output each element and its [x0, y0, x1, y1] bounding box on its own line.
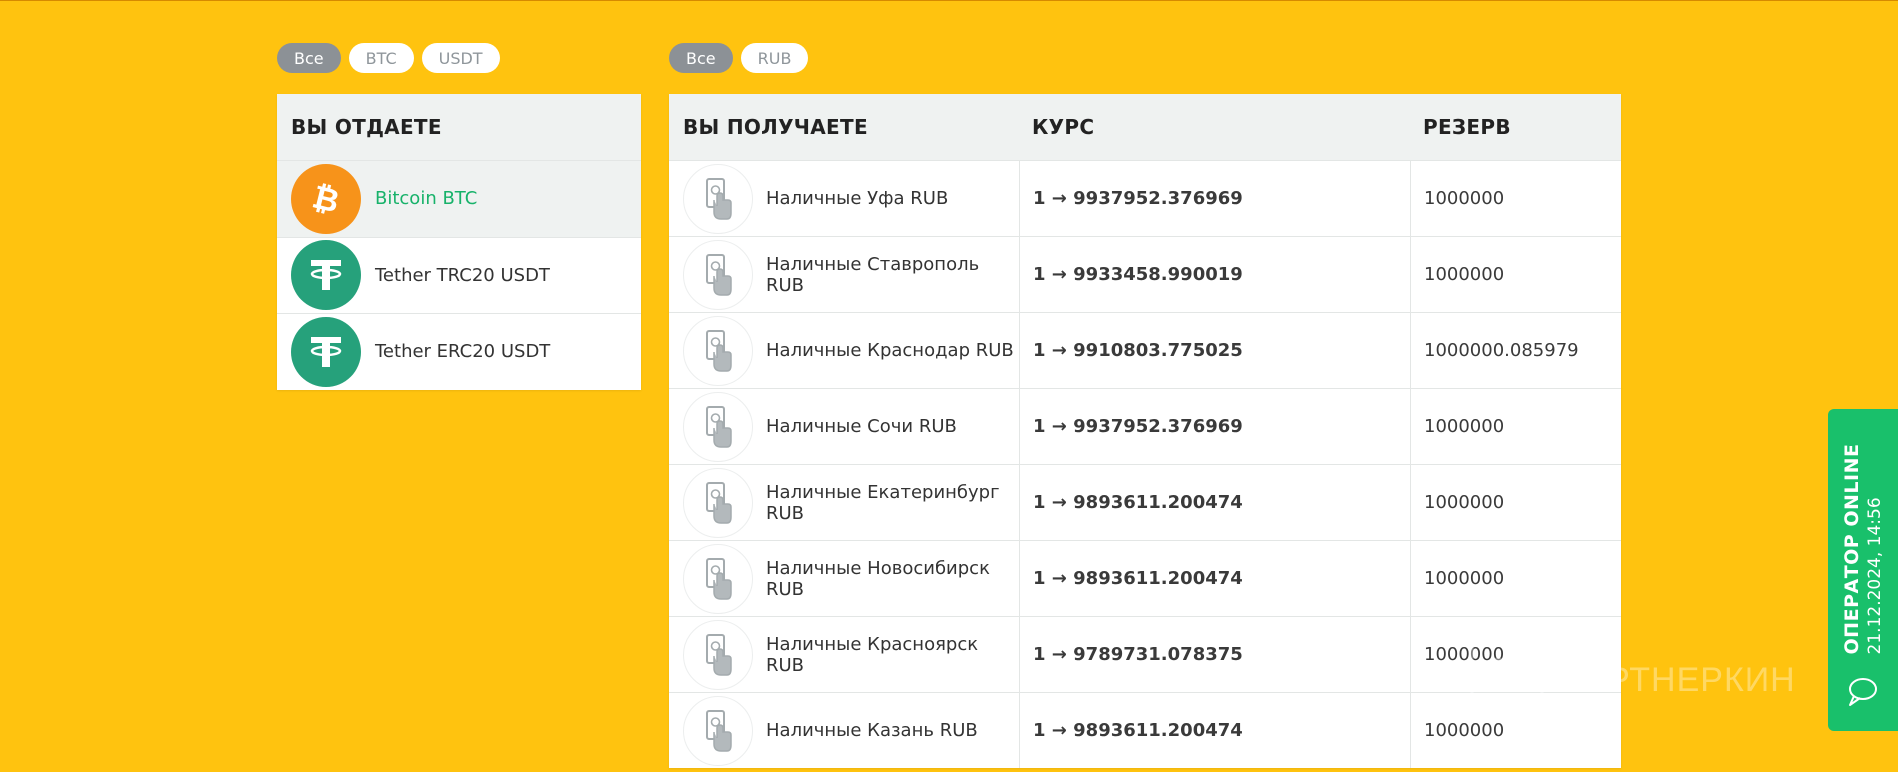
operator-title: ОПЕРАТОР ONLINE	[1841, 443, 1863, 655]
cash-hand-icon	[683, 695, 753, 766]
cash-hand-icon	[683, 239, 753, 310]
give-item-label: Tether TRC20 USDT	[375, 264, 550, 286]
give-header-title: ВЫ ОТДАЕТЕ	[291, 115, 442, 139]
give-item-tether-erc20[interactable]: Tether ERC20 USDT	[277, 313, 641, 390]
give-currency-panel: ВЫ ОТДАЕТЕ ₿ Bitcoin BTC Tether TRC20 US…	[277, 94, 641, 390]
receive-cell: Наличные Красноярск RUB	[669, 617, 1019, 692]
reserve-cell: 1000000	[1410, 237, 1621, 312]
reserve-cell: 1000000.085979	[1410, 313, 1621, 388]
operator-text: ОПЕРАТОР ONLINE 21.12.2024, 14:56	[1841, 444, 1885, 655]
get-item-row[interactable]: Наличные Ставрополь RUB 1 → 9933458.99001…	[669, 236, 1621, 312]
cash-hand-icon	[683, 543, 753, 614]
operator-online-tab[interactable]: ОПЕРАТОР ONLINE 21.12.2024, 14:56	[1828, 409, 1898, 731]
rate-cell: 1 → 9910803.775025	[1019, 313, 1410, 388]
get-item-row[interactable]: Наличные Уфа RUB 1 → 9937952.376969 100000…	[669, 160, 1621, 236]
receive-cell: Наличные Сочи RUB	[669, 389, 1019, 464]
receive-currency-name: Наличные Уфа RUB	[766, 188, 949, 209]
tether-icon	[291, 240, 361, 311]
get-item-row[interactable]: Наличные Красноярск RUB 1 → 9789731.07837…	[669, 616, 1621, 692]
cash-hand-icon	[683, 163, 753, 234]
rate-cell: 1 → 9893611.200474	[1019, 693, 1410, 768]
reserve-cell: 1000000	[1410, 541, 1621, 616]
receive-cell: Наличные Новосибирск RUB	[669, 541, 1019, 616]
cash-hand-icon	[683, 315, 753, 386]
get-header: ВЫ ПОЛУЧАЕТЕ КУРС РЕЗЕРВ	[669, 94, 1621, 160]
bitcoin-icon: ₿	[291, 163, 361, 234]
rate-cell: 1 → 9933458.990019	[1019, 237, 1410, 312]
get-item-row[interactable]: Наличные Краснодар RUB 1 → 9910803.775025…	[669, 312, 1621, 388]
receive-currency-name: Наличные Казань RUB	[766, 720, 978, 741]
give-header: ВЫ ОТДАЕТЕ	[277, 94, 641, 160]
get-currency-panel: ВЫ ПОЛУЧАЕТЕ КУРС РЕЗЕРВ Наличные Уфа RU…	[669, 94, 1621, 768]
get-filter-all[interactable]: Все	[669, 43, 733, 73]
get-item-row[interactable]: Наличные Сочи RUB 1 → 9937952.376969 10000…	[669, 388, 1621, 464]
cash-hand-icon	[683, 467, 753, 538]
reserve-cell: 1000000	[1410, 693, 1621, 768]
rate-cell: 1 → 9789731.078375	[1019, 617, 1410, 692]
get-item-row[interactable]: Наличные Новосибирск RUB 1 → 9893611.2004…	[669, 540, 1621, 616]
receive-currency-name: Наличные Новосибирск RUB	[766, 557, 990, 600]
rate-cell: 1 → 9937952.376969	[1019, 389, 1410, 464]
receive-cell: Наличные Ставрополь RUB	[669, 237, 1019, 312]
reserve-cell: 1000000	[1410, 389, 1621, 464]
give-filter-usdt[interactable]: USDT	[421, 43, 500, 73]
get-item-row[interactable]: Наличные Екатеринбург RUB 1 → 9893611.200…	[669, 464, 1621, 540]
get-item-row[interactable]: Наличные Казань RUB 1 → 9893611.200474 100…	[669, 692, 1621, 768]
give-item-tether-trc20[interactable]: Tether TRC20 USDT	[277, 236, 641, 313]
reserve-column-header: РЕЗЕРВ	[1423, 115, 1511, 139]
reserve-cell: 1000000	[1410, 465, 1621, 540]
operator-time: 21.12.2024, 14:56	[1865, 497, 1885, 655]
get-rows: Наличные Уфа RUB 1 → 9937952.376969 100000…	[669, 160, 1621, 768]
rate-cell: 1 → 9893611.200474	[1019, 541, 1410, 616]
give-item-label: Bitcoin BTC	[375, 188, 478, 210]
receive-currency-name: Наличные Краснодар RUB	[766, 340, 1014, 361]
receive-cell: Наличные Уфа RUB	[669, 161, 1019, 236]
svg-text:₿: ₿	[309, 179, 343, 219]
receive-cell: Наличные Краснодар RUB	[669, 313, 1019, 388]
give-item-label: Tether ERC20 USDT	[375, 341, 551, 363]
receive-cell: Наличные Казань RUB	[669, 693, 1019, 768]
cash-hand-icon	[683, 619, 753, 690]
receive-currency-name: Наличные Сочи RUB	[766, 416, 957, 437]
rate-cell: 1 → 9893611.200474	[1019, 465, 1410, 540]
give-item-bitcoin-btc[interactable]: ₿ Bitcoin BTC	[277, 160, 641, 237]
receive-currency-name: Наличные Екатеринбург RUB	[766, 481, 1000, 524]
reserve-cell: 1000000	[1410, 161, 1621, 236]
receive-cell: Наличные Екатеринбург RUB	[669, 465, 1019, 540]
reserve-cell: 1000000	[1410, 617, 1621, 692]
tether-icon	[291, 316, 361, 387]
give-filter-bar: Все BTC USDT	[277, 43, 500, 73]
chat-icon	[1846, 677, 1880, 711]
give-filter-btc[interactable]: BTC	[348, 43, 414, 73]
receive-currency-name: Наличные Красноярск RUB	[766, 633, 979, 676]
rate-column-header: КУРС	[1032, 115, 1095, 139]
receive-column-header: ВЫ ПОЛУЧАЕТЕ	[683, 115, 868, 139]
get-filter-rub[interactable]: RUB	[740, 43, 809, 73]
rate-cell: 1 → 9937952.376969	[1019, 161, 1410, 236]
give-filter-all[interactable]: Все	[277, 43, 341, 73]
cash-hand-icon	[683, 391, 753, 462]
receive-currency-name: Наличные Ставрополь RUB	[766, 253, 980, 296]
get-filter-bar: Все RUB	[669, 43, 809, 73]
